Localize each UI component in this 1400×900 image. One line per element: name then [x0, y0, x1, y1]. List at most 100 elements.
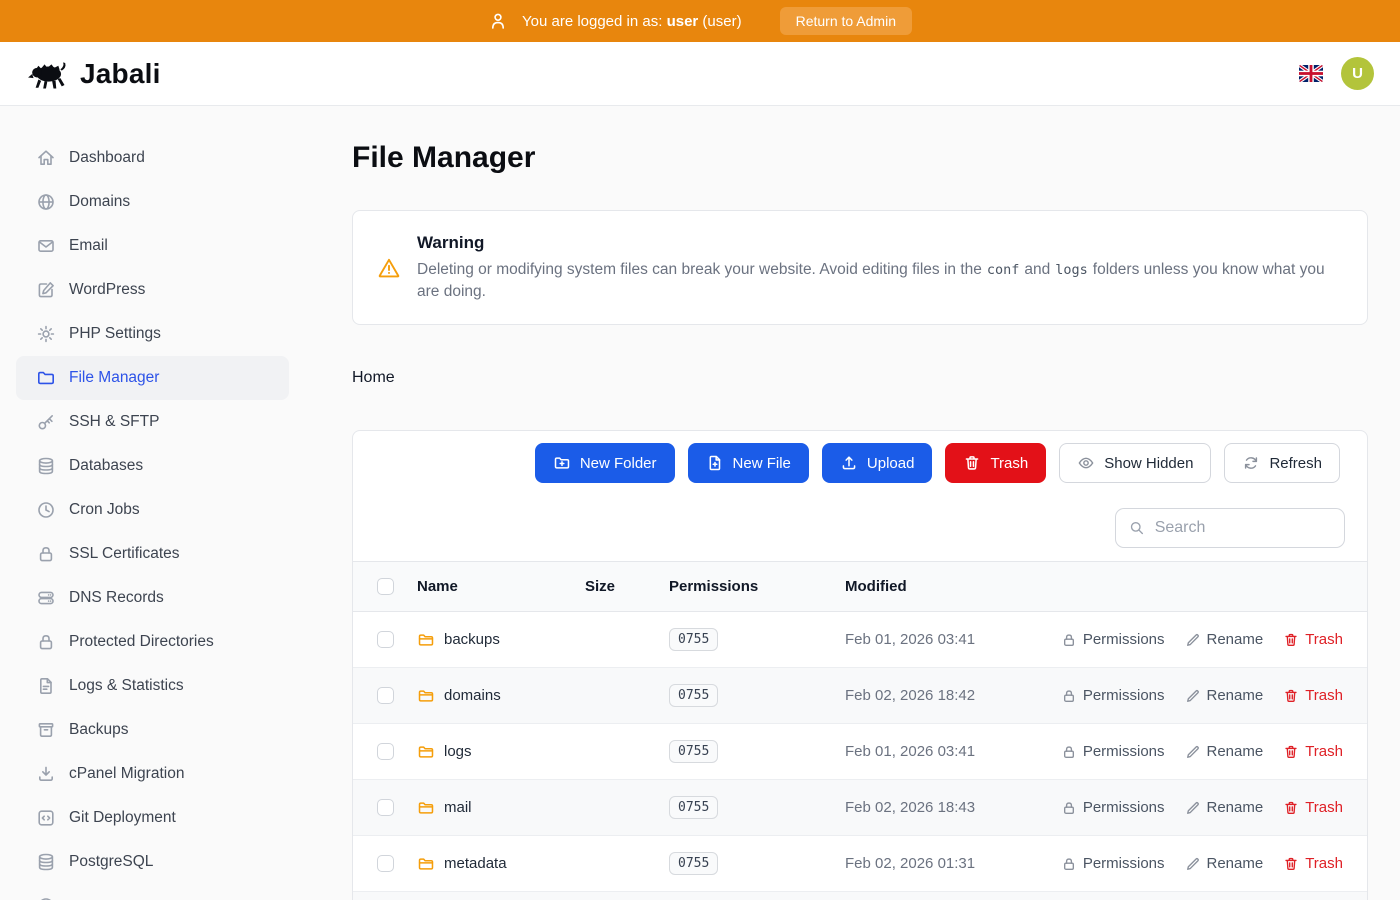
select-all-checkbox[interactable]: [377, 578, 394, 595]
pencil-square-icon: [36, 280, 56, 300]
pencil-icon: [1185, 744, 1201, 760]
col-modified: Modified: [845, 578, 1343, 595]
language-flag-uk-icon[interactable]: [1299, 65, 1323, 82]
row-rename-button[interactable]: Rename: [1185, 687, 1264, 704]
sidebar-item[interactable]: Protected Directories: [16, 620, 289, 664]
sidebar-item-label: Logs & Statistics: [69, 677, 184, 695]
new-file-button[interactable]: New File: [688, 443, 809, 483]
sidebar-item[interactable]: Logs & Statistics: [16, 664, 289, 708]
server-icon: [36, 588, 56, 608]
file-manager-card: New Folder New File Upload Trash Show Hi…: [352, 430, 1368, 900]
row-rename-button[interactable]: Rename: [1185, 631, 1264, 648]
sidebar-item-label: DNS Records: [69, 589, 164, 607]
row-rename-button[interactable]: Rename: [1185, 743, 1264, 760]
row-trash-button[interactable]: Trash: [1283, 631, 1343, 648]
refresh-icon: [1242, 454, 1260, 472]
sidebar-item-label: Backups: [69, 721, 128, 739]
sidebar-item[interactable]: Email: [16, 224, 289, 268]
file-name-cell[interactable]: backups: [417, 631, 585, 649]
search-icon: [1129, 519, 1145, 537]
row-trash-button[interactable]: Trash: [1283, 855, 1343, 872]
lock-icon: [1061, 632, 1077, 648]
sidebar-item[interactable]: Dashboard: [16, 136, 289, 180]
row-permissions-button[interactable]: Permissions: [1061, 687, 1165, 704]
trash-icon: [963, 454, 981, 472]
sidebar-item[interactable]: DNS Records: [16, 576, 289, 620]
col-permissions: Permissions: [669, 578, 845, 595]
search-input[interactable]: [1155, 519, 1331, 537]
sidebar-item[interactable]: [16, 884, 289, 900]
folder-icon: [417, 743, 435, 761]
permissions-badge: 0755: [669, 852, 718, 875]
refresh-button[interactable]: Refresh: [1224, 443, 1340, 483]
row-actions: Permissions Rename Trash: [1061, 631, 1343, 648]
permissions-badge: 0755: [669, 628, 718, 651]
return-to-admin-button[interactable]: Return to Admin: [780, 7, 912, 35]
sidebar-item-label: Email: [69, 237, 108, 255]
row-permissions-button[interactable]: Permissions: [1061, 743, 1165, 760]
file-name: logs: [444, 743, 472, 760]
table-row: domains 0755 Feb 02, 2026 18:42 Permissi…: [353, 668, 1367, 724]
breadcrumb-home[interactable]: Home: [352, 369, 395, 386]
new-folder-button[interactable]: New Folder: [535, 443, 675, 483]
sidebar-item[interactable]: Domains: [16, 180, 289, 224]
sidebar-item[interactable]: Databases: [16, 444, 289, 488]
file-name-cell[interactable]: metadata: [417, 855, 585, 873]
row-permissions-button[interactable]: Permissions: [1061, 631, 1165, 648]
sidebar-item[interactable]: PHP Settings: [16, 312, 289, 356]
row-trash-button[interactable]: Trash: [1283, 799, 1343, 816]
row-checkbox[interactable]: [377, 799, 394, 816]
row-trash-button[interactable]: Trash: [1283, 687, 1343, 704]
file-name-cell[interactable]: mail: [417, 799, 585, 817]
row-checkbox[interactable]: [377, 743, 394, 760]
eye-icon: [1077, 454, 1095, 472]
sidebar-item[interactable]: WordPress: [16, 268, 289, 312]
table-header: Name Size Permissions Modified: [353, 561, 1367, 612]
sidebar-item[interactable]: PostgreSQL: [16, 840, 289, 884]
permissions-badge: 0755: [669, 740, 718, 763]
sidebar-item[interactable]: Git Deployment: [16, 796, 289, 840]
row-checkbox[interactable]: [377, 631, 394, 648]
lock-icon: [1061, 800, 1077, 816]
sidebar-item-label: Protected Directories: [69, 633, 214, 651]
database-icon: [36, 852, 56, 872]
key-icon: [36, 412, 56, 432]
pencil-icon: [1185, 800, 1201, 816]
row-rename-button[interactable]: Rename: [1185, 855, 1264, 872]
lock-icon: [1061, 744, 1077, 760]
row-checkbox[interactable]: [377, 687, 394, 704]
row-rename-button[interactable]: Rename: [1185, 799, 1264, 816]
lock-icon: [36, 632, 56, 652]
impersonation-text: You are logged in as: user (user): [522, 13, 742, 30]
lock-icon: [1061, 856, 1077, 872]
trash-icon: [1283, 688, 1299, 704]
brand[interactable]: Jabali: [26, 57, 161, 91]
download-icon: [36, 764, 56, 784]
file-name: domains: [444, 687, 501, 704]
folder-icon: [417, 631, 435, 649]
trash-button[interactable]: Trash: [945, 443, 1046, 483]
upload-button[interactable]: Upload: [822, 443, 933, 483]
row-permissions-button[interactable]: Permissions: [1061, 799, 1165, 816]
page-title: File Manager: [352, 140, 1368, 176]
file-name-cell[interactable]: domains: [417, 687, 585, 705]
lock-icon: [36, 544, 56, 564]
sidebar-item-label: Git Deployment: [69, 809, 176, 827]
search-row: [353, 483, 1367, 561]
file-name-cell[interactable]: logs: [417, 743, 585, 761]
show-hidden-button[interactable]: Show Hidden: [1059, 443, 1211, 483]
sidebar-item[interactable]: SSL Certificates: [16, 532, 289, 576]
sidebar-item[interactable]: cPanel Migration: [16, 752, 289, 796]
row-checkbox[interactable]: [377, 855, 394, 872]
folder-plus-icon: [553, 454, 571, 472]
sidebar-item-label: PostgreSQL: [69, 853, 153, 871]
sidebar-item[interactable]: SSH & SFTP: [16, 400, 289, 444]
search-box: [1115, 508, 1345, 548]
sidebar-item[interactable]: File Manager: [16, 356, 289, 400]
row-permissions-button[interactable]: Permissions: [1061, 855, 1165, 872]
sidebar-item[interactable]: Backups: [16, 708, 289, 752]
row-trash-button[interactable]: Trash: [1283, 743, 1343, 760]
user-avatar[interactable]: U: [1341, 57, 1374, 90]
globe-icon: [36, 192, 56, 212]
sidebar-item[interactable]: Cron Jobs: [16, 488, 289, 532]
